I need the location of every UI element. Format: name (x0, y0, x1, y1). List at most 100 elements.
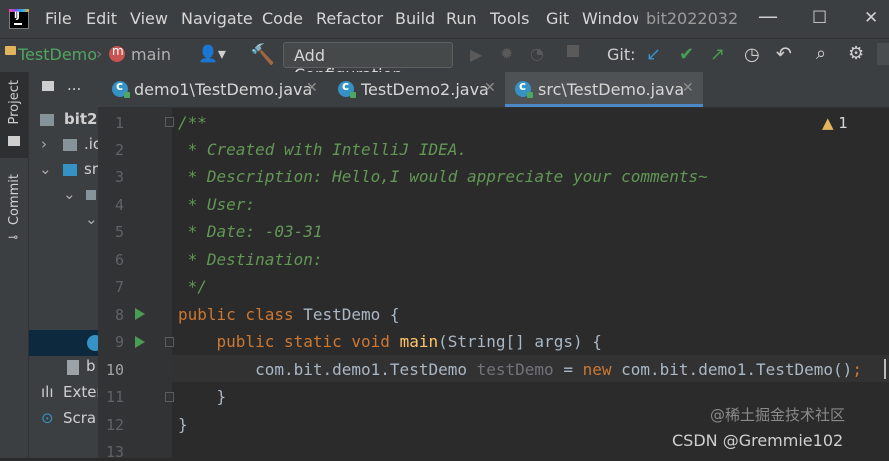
line-number: 5 (114, 223, 124, 241)
line-number: 1 (114, 114, 124, 132)
git-push-icon[interactable]: ↗ (710, 44, 725, 65)
tree-row-subpackage[interactable]: ⌄ (29, 209, 98, 235)
tree-row-file[interactable]: b (29, 356, 98, 382)
text-caret (884, 359, 886, 379)
scratches-icon: ⊙ (41, 409, 54, 427)
menu-file[interactable]: File (45, 9, 72, 28)
tab-demo1-testdemo[interactable]: demo1\TestDemo.java ✕ (98, 72, 330, 107)
menu-refactor[interactable]: Refactor (316, 9, 383, 28)
search-icon[interactable]: ⌕ (816, 43, 826, 64)
run-main-icon[interactable] (135, 336, 145, 348)
warning-count: 1 (838, 114, 848, 132)
menu-tools[interactable]: Tools (490, 9, 529, 28)
chevron-right-icon: › (41, 135, 47, 153)
tab-close-icon[interactable]: ✕ (682, 80, 694, 96)
line-number: 6 (114, 251, 124, 269)
line-number: 8 (114, 306, 124, 324)
tree-row-selected-class[interactable] (29, 330, 98, 356)
project-folder-icon (8, 136, 20, 146)
menu-view[interactable]: View (130, 9, 168, 28)
add-configuration-button[interactable]: Add Configuration... (283, 42, 453, 84)
run-class-icon[interactable] (135, 308, 145, 320)
tree-row-idea[interactable]: › .ic (29, 134, 98, 160)
tree-row-scratches[interactable]: ⊙ Scra (29, 408, 98, 434)
tab-src-testdemo-active[interactable]: src\TestDemo.java ✕ (505, 72, 703, 107)
line-number: 9 (114, 333, 124, 351)
menu-window[interactable]: Window (582, 9, 638, 28)
project-view-selector[interactable]: ... (67, 76, 81, 94)
class-icon (87, 335, 98, 351)
tree-row-src[interactable]: ⌄ sr (29, 159, 98, 185)
code-text: } (178, 415, 188, 434)
chevron-down-icon: ⌄ (63, 185, 76, 203)
tree-label-idea: .ic (84, 135, 98, 153)
rollback-icon[interactable]: ↶ (776, 43, 792, 65)
tree-label-file: b (86, 357, 96, 375)
close-window-icon[interactable]: ✕ (864, 8, 878, 28)
tree-label-external: Exter (63, 383, 98, 401)
code-text: * Destination: (178, 250, 323, 269)
chevron-down-icon: ⌄ (85, 210, 98, 228)
debug-icon[interactable]: ✹ (500, 44, 513, 63)
tree-label-root: bit20 (64, 110, 98, 128)
project-panel: ... bit20 › .ic ⌄ sr ⌄ ⌄ b ılı Exter ⊙ S… (29, 72, 98, 458)
code-text: } (178, 387, 227, 406)
code-text: * Description: Hello,I would appreciate … (178, 167, 708, 186)
maximize-icon[interactable]: ☐ (812, 8, 827, 28)
run-icon[interactable]: ▶ (470, 45, 482, 64)
line-number: 11 (105, 388, 124, 406)
toolbar-overflow[interactable] (877, 43, 889, 65)
code-text: * Date: -03-31 (178, 222, 323, 241)
tab-label: src\TestDemo.java (538, 80, 685, 99)
line-number: 4 (114, 196, 124, 214)
user-icon[interactable]: 👤▾ (198, 44, 226, 63)
coverage-icon[interactable]: ◔ (530, 44, 544, 63)
side-tab-commit[interactable]: Commit (7, 174, 22, 225)
git-update-icon[interactable]: ↙ (646, 44, 661, 65)
build-hammer-icon[interactable]: 🔨 (250, 42, 275, 66)
tab-close-icon[interactable]: ✕ (306, 80, 318, 96)
tree-row-package[interactable]: ⌄ (29, 184, 98, 210)
minimize-icon[interactable]: — (758, 4, 778, 28)
tab-label: demo1\TestDemo.java (134, 80, 313, 99)
menu-edit[interactable]: Edit (86, 9, 117, 28)
left-tool-strip: Project Commit ⊸ (0, 72, 29, 458)
code-text: public class TestDemo { (178, 305, 400, 324)
folder-icon (63, 139, 77, 151)
fold-icon[interactable] (165, 337, 174, 347)
menu-code[interactable]: Code (262, 9, 303, 28)
java-class-icon (112, 79, 130, 98)
warning-icon: ▲ (822, 114, 834, 132)
breadcrumb-project[interactable]: TestDemo (18, 45, 97, 64)
intellij-logo-icon[interactable]: IJ (9, 9, 29, 29)
menu-build[interactable]: Build (395, 9, 435, 28)
fold-icon[interactable] (165, 117, 174, 127)
breadcrumb-method[interactable]: main (131, 45, 171, 64)
project-panel-header[interactable]: ... (29, 76, 98, 104)
menu-run[interactable]: Run (446, 9, 477, 28)
library-icon: ılı (41, 383, 54, 401)
settings-gear-icon[interactable]: ⚙ (848, 43, 864, 64)
project-view-icon (42, 81, 54, 91)
code-text: public static void main(String[] args) { (216, 332, 602, 351)
side-tab-project[interactable]: Project (7, 80, 22, 124)
toolbar: TestDemo › m main 👤▾ 🔨 Add Configuration… (0, 38, 889, 84)
git-commit-icon[interactable]: ✔ (679, 44, 694, 65)
stop-icon[interactable] (567, 45, 579, 57)
folder-icon (5, 46, 16, 55)
file-icon (67, 360, 79, 375)
git-label: Git: (607, 45, 636, 64)
inspection-widget[interactable]: ▲ 1 (822, 114, 848, 132)
git-history-icon[interactable]: ◷ (744, 44, 760, 65)
tree-row-external-libraries[interactable]: ılı Exter (29, 382, 98, 408)
source-folder-icon (63, 164, 77, 176)
line-number: 10 (105, 361, 124, 379)
menu-git[interactable]: Git (546, 9, 569, 28)
tab-testdemo2[interactable]: TestDemo2.java ✕ (330, 72, 505, 107)
fold-icon[interactable] (165, 392, 174, 402)
tab-close-icon[interactable]: ✕ (484, 80, 496, 96)
tree-row-root[interactable]: bit20 (29, 109, 98, 135)
menu-navigate[interactable]: Navigate (181, 9, 253, 28)
watermark-csdn: CSDN @Gremmie102 (672, 431, 844, 450)
line-number: 7 (114, 278, 124, 296)
